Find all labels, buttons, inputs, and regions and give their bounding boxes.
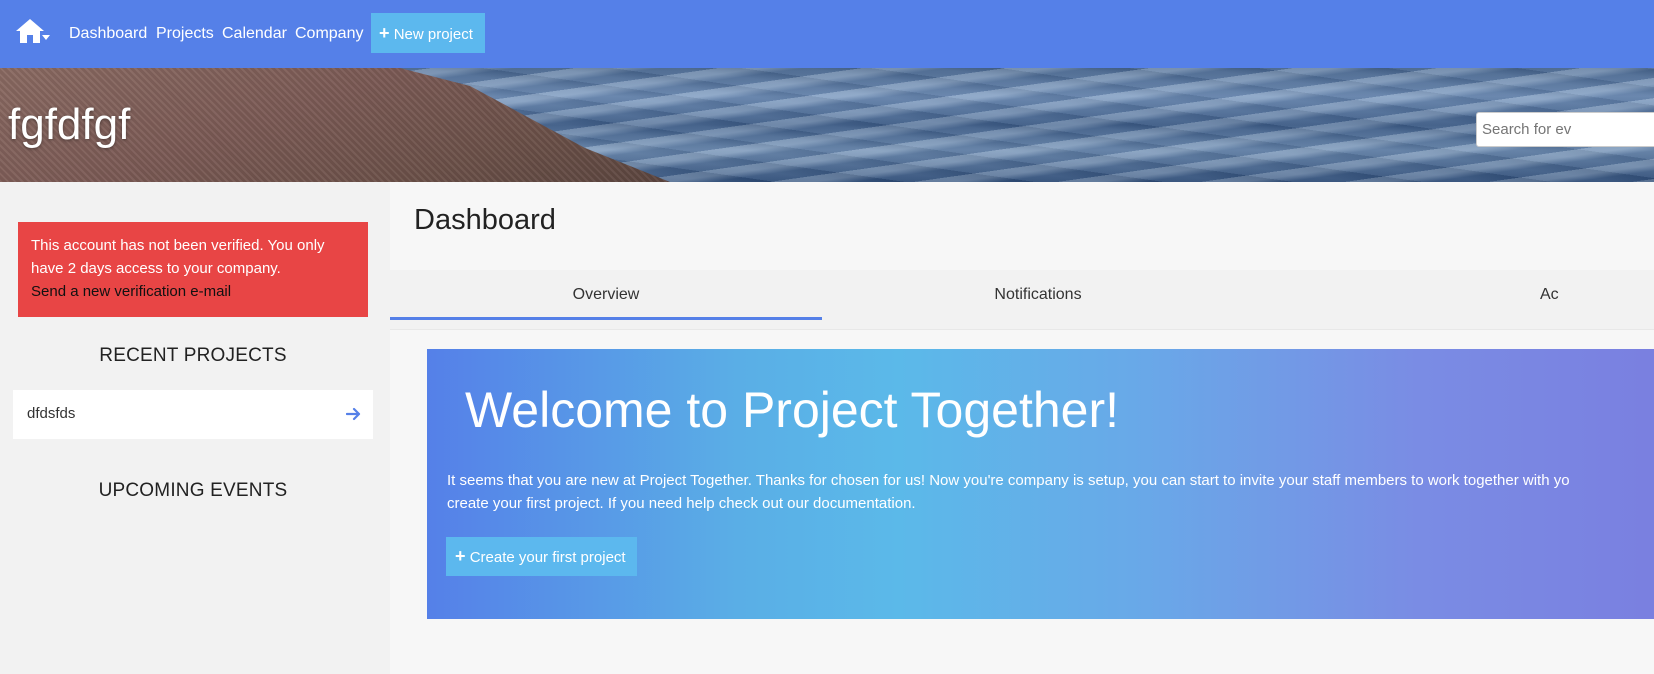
sidebar: This account has not been verified. You … bbox=[0, 182, 390, 674]
plus-icon: + bbox=[379, 23, 390, 43]
project-name: dfdsfds bbox=[27, 405, 76, 422]
arrow-right-icon bbox=[345, 407, 362, 421]
create-first-project-button[interactable]: + Create your first project bbox=[446, 537, 637, 576]
welcome-text-line-2: create your first project. If you need h… bbox=[447, 495, 916, 512]
nav-link-company[interactable]: Company bbox=[295, 24, 363, 44]
welcome-panel: Welcome to Project Together! It seems th… bbox=[427, 349, 1654, 619]
nav-link-dashboard[interactable]: Dashboard bbox=[69, 24, 147, 44]
plus-icon: + bbox=[455, 546, 466, 566]
welcome-text: It seems that you are new at Project Tog… bbox=[447, 469, 1654, 515]
tab-bar: Overview Notifications Ac bbox=[390, 270, 1654, 330]
tab-overview[interactable]: Overview bbox=[390, 270, 822, 320]
company-title: fgfdfgf bbox=[8, 100, 131, 149]
welcome-text-line-1: It seems that you are new at Project Tog… bbox=[447, 472, 1570, 489]
upcoming-events-heading: UPCOMING EVENTS bbox=[98, 480, 288, 501]
welcome-title: Welcome to Project Together! bbox=[465, 382, 1120, 438]
recent-projects-heading: RECENT PROJECTS bbox=[99, 345, 287, 366]
hero-banner: fgfdfgf bbox=[0, 68, 1654, 182]
search-input[interactable] bbox=[1476, 112, 1654, 147]
create-first-project-label: Create your first project bbox=[469, 549, 626, 566]
page-title: Dashboard bbox=[414, 204, 556, 236]
home-icon[interactable] bbox=[14, 17, 52, 47]
top-navbar: Dashboard Projects Calendar Company + Ne… bbox=[0, 0, 1654, 68]
new-project-button[interactable]: + New project bbox=[371, 13, 485, 53]
recent-project-item[interactable]: dfdsfds bbox=[13, 390, 373, 439]
nav-link-projects[interactable]: Projects bbox=[156, 24, 214, 44]
verification-alert: This account has not been verified. You … bbox=[18, 222, 368, 317]
tab-activity[interactable]: Ac bbox=[1540, 270, 1654, 320]
resend-verification-link[interactable]: Send a new verification e-mail bbox=[31, 280, 355, 303]
new-project-label: New project bbox=[393, 26, 473, 43]
tab-notifications[interactable]: Notifications bbox=[822, 270, 1254, 320]
alert-message: This account has not been verified. You … bbox=[31, 237, 325, 277]
main-content: Dashboard Overview Notifications Ac Welc… bbox=[390, 182, 1654, 674]
nav-link-calendar[interactable]: Calendar bbox=[222, 24, 287, 44]
